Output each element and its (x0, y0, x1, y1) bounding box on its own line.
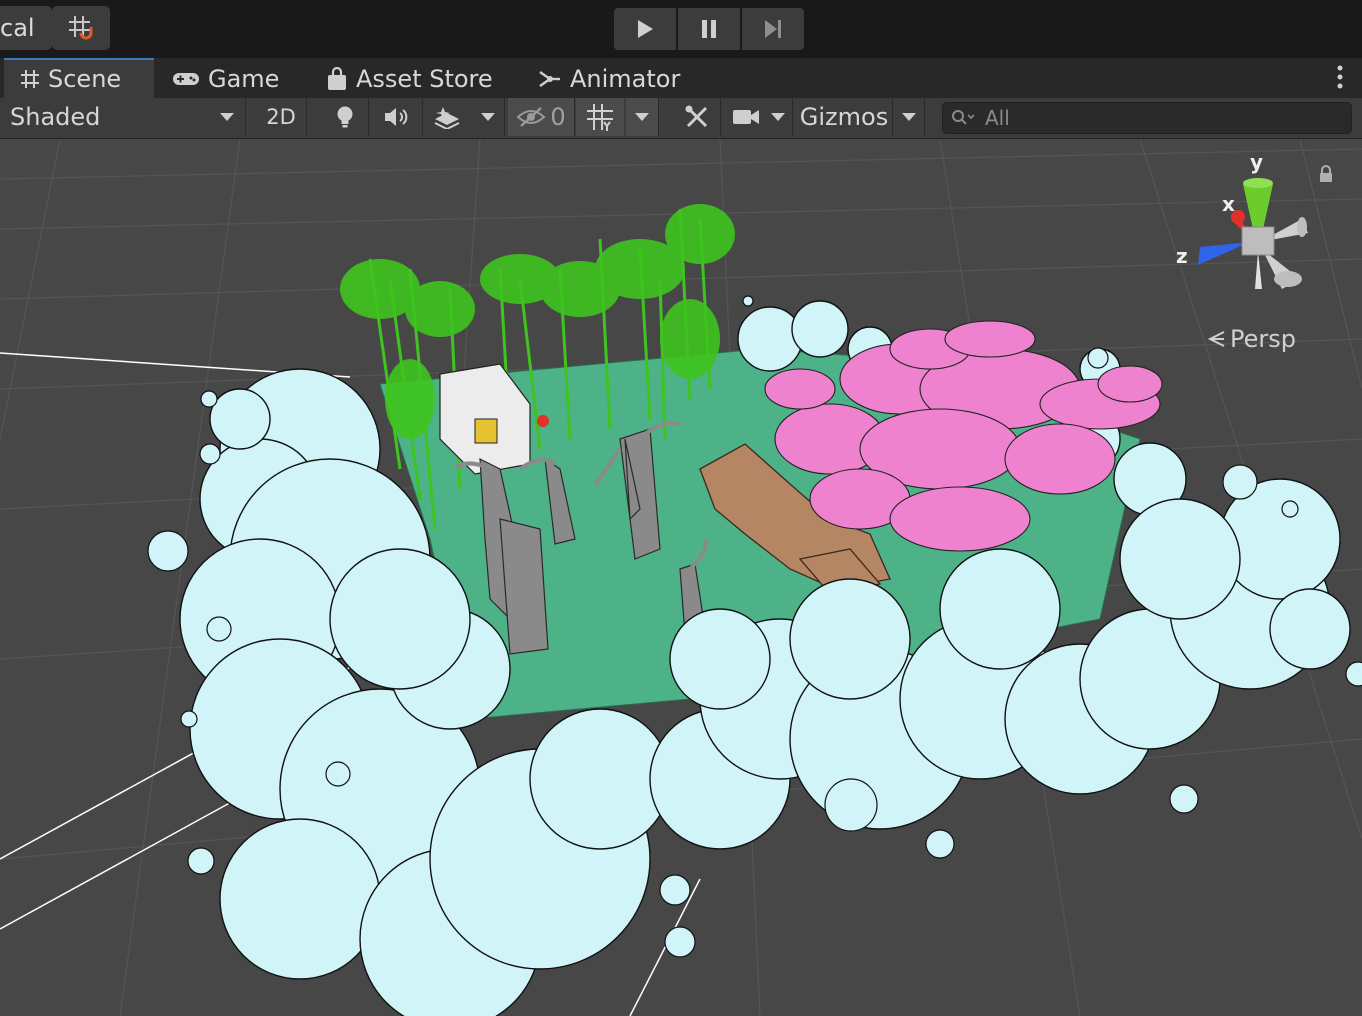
camera-icon (733, 110, 759, 124)
toggle-2d-label: 2D (266, 105, 296, 129)
tab-asset-store-label: Asset Store (356, 65, 493, 93)
gizmos-dropdown[interactable] (894, 98, 925, 136)
pause-icon (702, 20, 716, 38)
search-icon (952, 110, 975, 125)
tab-game-label: Game (208, 65, 280, 93)
tools-button[interactable] (674, 98, 721, 136)
top-toolbar: cal (0, 0, 1362, 58)
grid-toggle-button[interactable] (576, 98, 624, 136)
grid-options-dropdown[interactable] (626, 98, 659, 136)
toggle-2d-button[interactable]: 2D (256, 98, 307, 136)
step-icon (765, 20, 781, 38)
scene-viewport[interactable]: y x z Persp (0, 139, 1362, 1016)
tab-animator[interactable]: Animator (538, 60, 680, 98)
play-button[interactable] (614, 8, 676, 50)
orientation-gizmo: y x z (1176, 150, 1308, 289)
tab-scene-label: Scene (48, 65, 122, 93)
draw-mode-label: Shaded (10, 103, 101, 131)
shopping-bag-icon (328, 67, 346, 90)
grid-snap-button[interactable] (52, 6, 110, 50)
axis-label-x: x (1222, 192, 1235, 216)
play-controls (614, 8, 804, 50)
scene-render: y x z (0, 139, 1362, 1016)
toggle-lighting-button[interactable] (322, 98, 369, 136)
camera-settings-dropdown[interactable] (764, 98, 793, 136)
gizmos-label: Gizmos (799, 103, 889, 131)
window-tab-bar: Scene Game Asset Store Animator (0, 58, 1362, 98)
lock-icon[interactable] (1318, 165, 1334, 183)
tab-asset-store[interactable]: Asset Store (326, 60, 493, 98)
search-placeholder: All (985, 106, 1010, 130)
lightbulb-icon (337, 106, 353, 128)
chevron-left-icon (1207, 331, 1225, 347)
projection-toggle[interactable]: Persp (1206, 325, 1296, 353)
grid-icon (587, 104, 613, 131)
speaker-icon (385, 108, 408, 126)
pause-button[interactable] (678, 8, 740, 50)
effects-button[interactable] (424, 98, 470, 136)
toggle-audio-button[interactable] (372, 98, 423, 136)
eye-hidden-icon (516, 107, 546, 127)
chevron-down-icon (481, 113, 495, 121)
projection-label: Persp (1230, 325, 1296, 353)
chevron-down-icon (902, 113, 916, 121)
tab-animator-label: Animator (570, 65, 681, 93)
axis-label-z: z (1176, 244, 1188, 268)
play-icon (638, 20, 653, 38)
tab-game[interactable]: Game (172, 60, 279, 98)
gizmos-button[interactable]: Gizmos (796, 98, 893, 136)
hidden-objects-count: 0 (550, 103, 566, 131)
pivot-rotation-button[interactable]: cal (0, 6, 52, 50)
chevron-down-icon (771, 113, 785, 121)
gamepad-icon (173, 73, 199, 85)
draw-mode-dropdown[interactable]: Shaded (0, 98, 246, 136)
pivot-rotation-label: cal (0, 14, 35, 42)
scene-view-toolbar: Shaded 2D 0 Gizmos All (0, 98, 1362, 139)
layers-effects-icon (434, 107, 460, 129)
axis-label-y: y (1250, 150, 1263, 174)
tab-scene[interactable]: Scene (4, 58, 154, 98)
animator-icon (539, 71, 560, 87)
camera-settings-button[interactable] (726, 98, 766, 136)
tools-icon (685, 105, 708, 128)
more-options-icon[interactable] (1336, 64, 1344, 92)
scene-visibility-button[interactable]: 0 (508, 98, 575, 136)
chevron-down-icon (220, 113, 234, 121)
grid-snap-icon (69, 16, 93, 40)
step-button[interactable] (742, 8, 804, 50)
chevron-down-icon (635, 113, 649, 121)
effects-dropdown[interactable] (472, 98, 505, 136)
hierarchy-search-field[interactable]: All (942, 102, 1352, 134)
scene-grid-icon (21, 70, 39, 88)
